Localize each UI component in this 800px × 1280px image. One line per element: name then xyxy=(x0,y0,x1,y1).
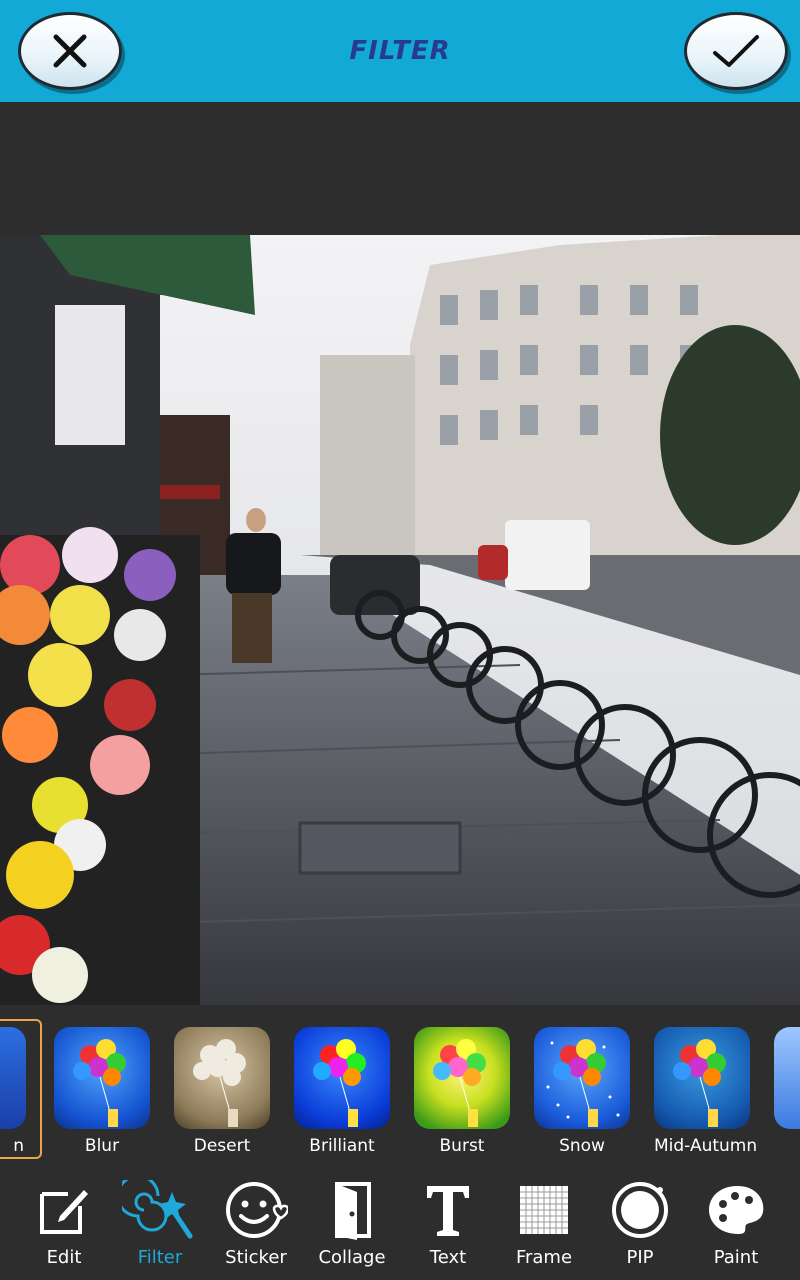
page-title: FILTER xyxy=(349,36,451,66)
filter-thumbnail xyxy=(174,1027,270,1129)
filter-wand-icon xyxy=(112,1177,208,1243)
filter-desert[interactable]: Desert xyxy=(174,1027,270,1156)
tool-label: PIP xyxy=(626,1247,654,1268)
filter-snow[interactable]: Snow xyxy=(534,1027,630,1156)
bottom-toolbar: Edit Filter Sticker Collage Text Frame P… xyxy=(0,1165,800,1280)
filter-label: Snow xyxy=(559,1136,605,1156)
canvas-background xyxy=(0,102,800,235)
tool-paint[interactable]: Paint xyxy=(688,1177,784,1277)
filter-label: Blur xyxy=(84,1136,120,1156)
tool-sticker[interactable]: Sticker xyxy=(208,1177,304,1277)
filter-thumbnail xyxy=(534,1027,630,1129)
tool-frame[interactable]: Frame xyxy=(496,1177,592,1277)
filter-label: Mid-Autumn xyxy=(654,1136,758,1156)
confirm-button[interactable] xyxy=(684,12,788,90)
filter-label: Burst xyxy=(439,1136,485,1156)
filter-thumbnail xyxy=(54,1027,150,1129)
street-photo xyxy=(0,235,800,1005)
filter-thumbnail xyxy=(774,1027,800,1129)
tool-label: Filter xyxy=(137,1247,183,1268)
tool-label: Edit xyxy=(46,1247,82,1268)
filter-blur[interactable]: Blur xyxy=(54,1027,150,1156)
frame-grid-icon xyxy=(496,1177,592,1243)
tool-text[interactable]: Text xyxy=(400,1177,496,1277)
filter-next-partial[interactable] xyxy=(774,1027,800,1129)
filter-label: Brilliant xyxy=(309,1136,375,1156)
filter-label: Desert xyxy=(193,1136,251,1156)
text-t-icon xyxy=(400,1177,496,1243)
tool-edit[interactable]: Edit xyxy=(16,1177,112,1277)
filter-burst[interactable]: Burst xyxy=(414,1027,510,1156)
filter-thumbnail xyxy=(294,1027,390,1129)
checkmark-icon xyxy=(713,35,759,67)
filter-mid-autumn[interactable]: Mid-Autumn xyxy=(654,1027,758,1156)
sticker-smiley-icon xyxy=(208,1177,304,1243)
selected-filter-highlight xyxy=(0,1019,42,1159)
filter-strip[interactable]: n Blur Desert Brilliant Burst Snow Mid-A… xyxy=(0,1005,800,1165)
tool-label: Paint xyxy=(713,1247,759,1268)
top-bar: FILTER xyxy=(0,0,800,102)
tool-pip[interactable]: PIP xyxy=(592,1177,688,1277)
tool-filter[interactable]: Filter xyxy=(112,1177,208,1277)
filter-brilliant[interactable]: Brilliant xyxy=(294,1027,390,1156)
tool-label: Frame xyxy=(515,1247,573,1268)
pip-circle-icon xyxy=(592,1177,688,1243)
tool-label: Text xyxy=(429,1247,467,1268)
paint-palette-icon xyxy=(688,1177,784,1243)
tool-collage[interactable]: Collage xyxy=(304,1177,400,1277)
tool-label: Collage xyxy=(318,1247,386,1268)
filter-thumbnail xyxy=(414,1027,510,1129)
collage-door-icon xyxy=(304,1177,400,1243)
edit-icon xyxy=(16,1177,112,1243)
filter-thumbnail xyxy=(654,1027,750,1129)
photo-preview[interactable] xyxy=(0,235,800,1005)
tool-label: Sticker xyxy=(225,1247,287,1268)
